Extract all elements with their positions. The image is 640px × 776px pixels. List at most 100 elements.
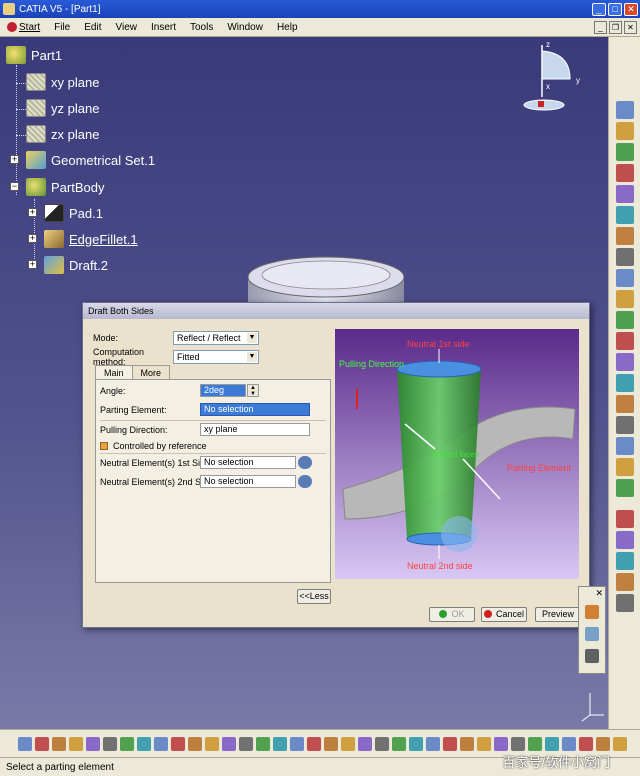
menu-help[interactable]: Help [270,22,305,33]
tool-icon[interactable] [307,737,321,751]
tree-node-yz-plane[interactable]: yz plane [26,98,99,118]
menu-insert[interactable]: Insert [144,22,183,33]
collapse-minus-icon[interactable]: − [10,182,19,191]
tool-icon[interactable] [616,311,634,329]
doc-close-button[interactable]: ✕ [624,20,637,34]
less-button[interactable]: <<Less [297,589,331,604]
menu-start[interactable]: Start [0,22,47,33]
tool-icon[interactable] [585,605,599,619]
neutral-1st-side-field[interactable]: No selection [200,456,296,469]
menu-file[interactable]: File [47,22,77,33]
doc-restore-button[interactable]: ❐ [609,20,622,34]
computation-method-dropdown[interactable]: Fitted ▼ [173,350,259,364]
tool-icon[interactable] [616,573,634,591]
tool-icon[interactable] [358,737,372,751]
tool-icon[interactable] [375,737,389,751]
menu-edit[interactable]: Edit [77,22,108,33]
tool-icon[interactable] [511,737,525,751]
tool-icon[interactable] [477,737,491,751]
tool-icon[interactable] [616,185,634,203]
tree-node-part1[interactable]: Part1 [6,45,62,65]
tool-icon[interactable] [562,737,576,751]
tool-icon[interactable] [256,737,270,751]
ok-button[interactable]: OK [429,607,475,622]
tool-icon[interactable] [616,510,634,528]
tool-icon[interactable] [86,737,100,751]
tool-icon[interactable] [137,737,151,751]
tool-icon[interactable] [616,479,634,497]
tool-icon[interactable] [324,737,338,751]
controlled-by-reference-checkbox[interactable] [100,442,108,450]
tool-icon[interactable] [528,737,542,751]
tool-icon[interactable] [616,395,634,413]
3d-viewport[interactable]: Part1 xy plane yz plane zx plane + Geome… [0,37,608,729]
tool-icon[interactable] [579,737,593,751]
tree-node-partbody[interactable]: − PartBody [10,177,104,197]
tool-icon[interactable] [616,290,634,308]
tool-icon[interactable] [616,416,634,434]
angle-input[interactable]: 2deg [200,384,246,397]
tool-icon[interactable] [585,649,599,663]
tool-icon[interactable] [616,227,634,245]
tool-icon[interactable] [239,737,253,751]
tab-more[interactable]: More [131,365,171,380]
expand-plus-icon[interactable]: + [28,234,37,243]
tool-icon[interactable] [52,737,66,751]
tool-icon[interactable] [616,332,634,350]
tool-icon[interactable] [616,437,634,455]
tool-icon[interactable] [18,737,32,751]
tool-icon[interactable] [443,737,457,751]
maximize-button[interactable]: □ [608,2,622,16]
tool-icon[interactable] [616,552,634,570]
neutral-2nd-side-selector-icon[interactable] [298,475,312,488]
tab-main[interactable]: Main [95,365,133,380]
tool-icon[interactable] [460,737,474,751]
tree-node-zx-plane[interactable]: zx plane [26,124,99,144]
tool-icon[interactable] [205,737,219,751]
expand-plus-icon[interactable]: + [28,260,37,269]
tool-icon[interactable] [35,737,49,751]
close-icon[interactable]: ✕ [595,588,603,599]
tool-icon[interactable] [154,737,168,751]
angle-spinner[interactable]: ▲ ▼ [247,384,259,397]
compass-icon[interactable]: z y x [512,37,592,117]
tool-icon[interactable] [494,737,508,751]
tool-icon[interactable] [616,458,634,476]
tool-icon[interactable] [596,737,610,751]
tool-icon[interactable] [171,737,185,751]
cancel-button[interactable]: Cancel [481,607,527,622]
tree-node-xy-plane[interactable]: xy plane [26,72,99,92]
parting-element-field[interactable]: No selection [200,403,310,416]
mode-dropdown[interactable]: Reflect / Reflect ▼ [173,331,259,345]
tool-icon[interactable] [290,737,304,751]
tool-icon[interactable] [188,737,202,751]
tree-node-edgefillet[interactable]: + EdgeFillet.1 [28,229,138,249]
tool-icon[interactable] [69,737,83,751]
expand-plus-icon[interactable]: + [28,208,37,217]
tool-icon[interactable] [616,353,634,371]
tool-icon[interactable] [616,164,634,182]
neutral-2nd-side-field[interactable]: No selection [200,475,296,488]
chevron-down-icon[interactable]: ▼ [247,352,257,362]
tool-icon[interactable] [616,269,634,287]
tool-icon[interactable] [616,101,634,119]
tool-icon[interactable] [426,737,440,751]
tool-icon[interactable] [616,206,634,224]
tool-icon[interactable] [341,737,355,751]
tool-icon[interactable] [273,737,287,751]
neutral-1st-side-selector-icon[interactable] [298,456,312,469]
tool-icon[interactable] [545,737,559,751]
menu-tools[interactable]: Tools [183,22,220,33]
tool-icon[interactable] [409,737,423,751]
close-button[interactable]: ✕ [624,2,638,16]
tool-icon[interactable] [616,531,634,549]
preview-button[interactable]: Preview [535,607,581,622]
controlled-by-reference-row[interactable]: Controlled by reference [100,441,207,451]
chevron-down-icon[interactable]: ▼ [247,333,257,343]
tool-icon[interactable] [120,737,134,751]
menu-window[interactable]: Window [220,22,270,33]
tool-icon[interactable] [616,594,634,612]
tree-node-pad[interactable]: + Pad.1 [28,203,103,223]
tool-icon[interactable] [613,737,627,751]
minimize-button[interactable]: _ [592,2,606,16]
